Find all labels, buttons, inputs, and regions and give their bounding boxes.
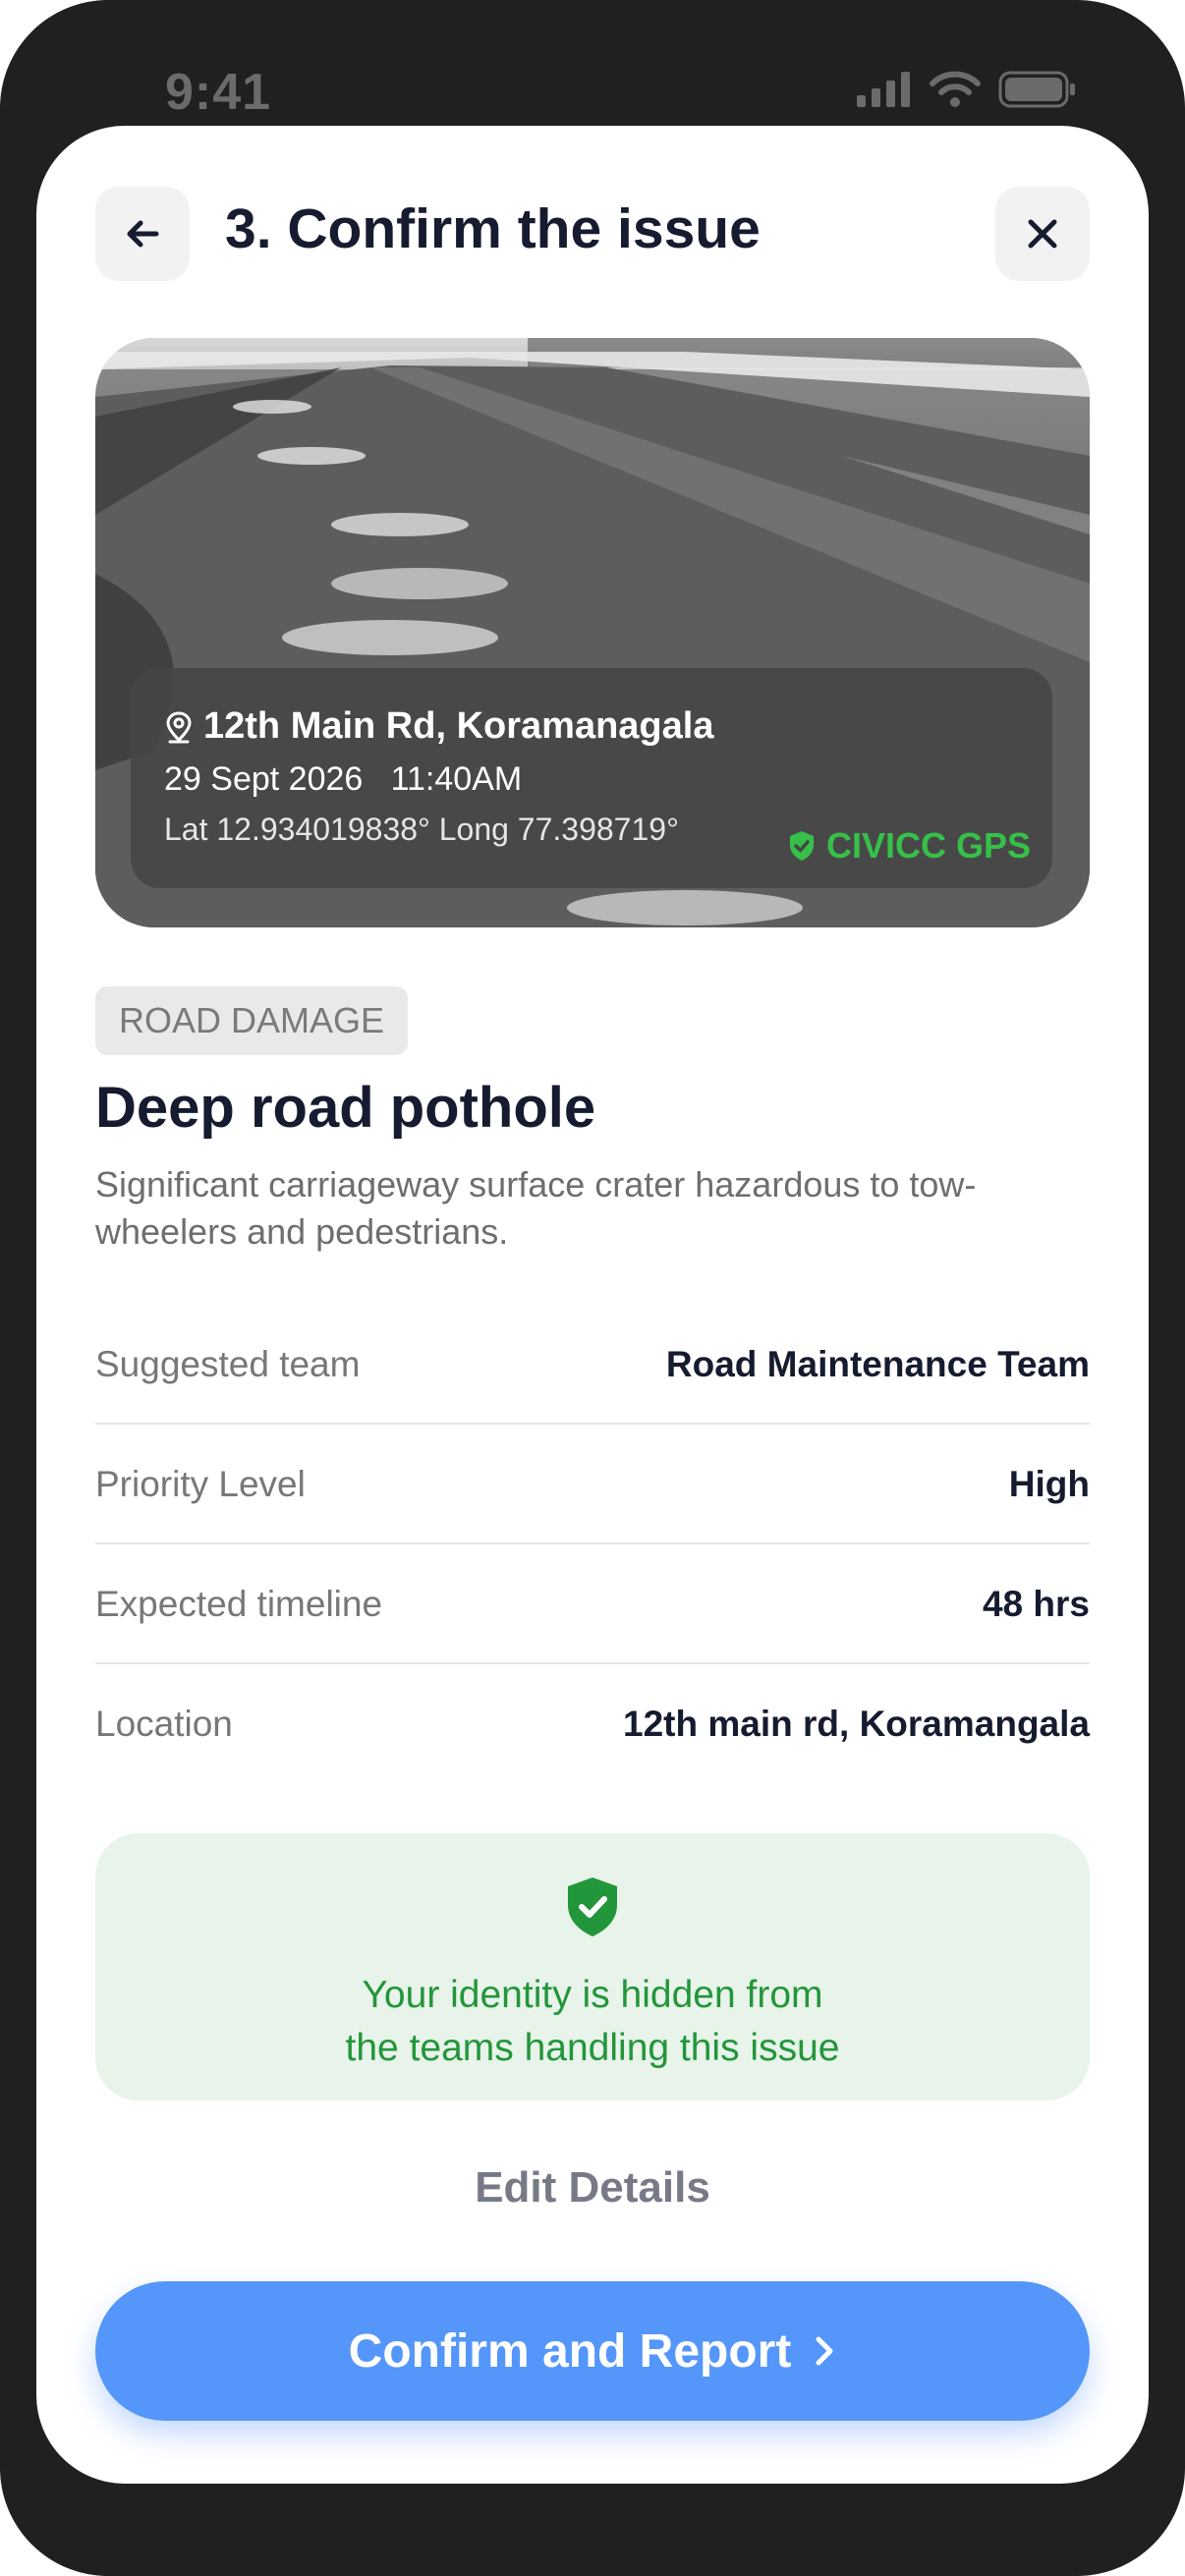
app-screen: 3. Confirm the issue 12th Main Rd, Koram… [36,126,1149,2484]
privacy-text-line: Your identity is hidden from [362,1974,823,2016]
detail-value: 48 hrs [982,1584,1090,1624]
issue-details-list: Suggested team Road Maintenance Team Pri… [95,1305,1090,1784]
confirm-button-label: Confirm and Report [348,2324,792,2378]
privacy-text-line: the teams handling this issue [345,2027,840,2069]
location-pin-icon [166,710,192,743]
phone-frame: 9:41 3. Confirm the issue 12th Main Rd, … [0,0,1185,2576]
detail-row-priority: Priority Level High [95,1425,1090,1544]
close-icon [1028,219,1057,249]
detail-label: Location [95,1704,233,1744]
page-title: 3. Confirm the issue [225,197,761,260]
privacy-text: Your identity is hidden from the teams h… [95,1969,1090,2075]
issue-photo[interactable]: 12th Main Rd, Koramanagala 29 Sept 2026 … [95,338,1090,927]
photo-coordinates: Lat 12.934019838° Long 77.398719° [164,812,679,847]
close-button[interactable] [995,187,1090,281]
screen-header: 3. Confirm the issue [95,187,1090,281]
detail-value: Road Maintenance Team [665,1344,1090,1384]
photo-address-text: 12th Main Rd, Koramanagala [203,705,714,747]
gps-badge: CIVICC GPS [787,825,1031,867]
cellular-signal-icon [857,72,910,107]
wifi-icon [930,71,981,107]
detail-label: Suggested team [95,1344,361,1384]
edit-details-button[interactable]: Edit Details [36,2163,1149,2212]
detail-label: Priority Level [95,1464,306,1504]
photo-address: 12th Main Rd, Koramanagala [164,705,713,748]
back-button[interactable] [95,187,190,281]
detail-row-location: Location 12th main rd, Koramangala [95,1664,1090,1784]
detail-row-timeline: Expected timeline 48 hrs [95,1544,1090,1664]
arrow-left-icon [127,220,159,248]
confirm-and-report-button[interactable]: Confirm and Report [95,2281,1090,2421]
detail-label: Expected timeline [95,1584,383,1624]
issue-title: Deep road pothole [95,1076,596,1140]
shield-check-icon [789,831,814,861]
detail-value: High [1008,1464,1090,1504]
detail-value: 12th main rd, Koramangala [623,1704,1090,1744]
status-time: 9:41 [165,64,272,121]
privacy-notice: Your identity is hidden from the teams h… [95,1833,1090,2100]
photo-datetime: 29 Sept 2026 11:40AM [164,760,523,798]
issue-description: Significant carriageway surface crater h… [95,1164,977,1252]
status-icons [857,71,1077,108]
photo-geotag-overlay: 12th Main Rd, Koramanagala 29 Sept 2026 … [131,668,1052,888]
gps-badge-label: CIVICC GPS [825,825,1031,866]
chevron-right-icon [816,2336,833,2366]
shield-check-icon [568,1877,617,1936]
battery-icon [998,71,1075,108]
detail-row-suggested-team: Suggested team Road Maintenance Team [95,1305,1090,1425]
status-bar: 9:41 [0,0,1185,128]
category-tag: ROAD DAMAGE [95,986,409,1055]
